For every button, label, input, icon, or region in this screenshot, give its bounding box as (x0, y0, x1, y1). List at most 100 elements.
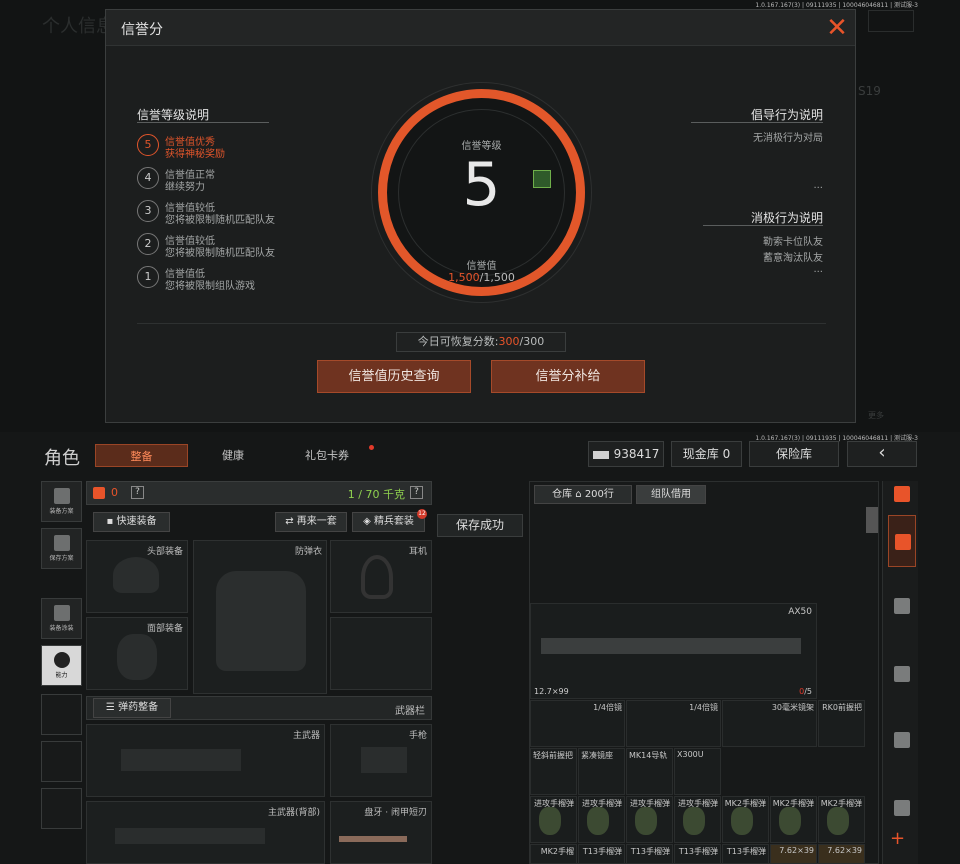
headset-slot[interactable]: 耳机 (330, 540, 432, 613)
pistol-slot[interactable]: 手枪 (330, 724, 432, 797)
level-item-3: 3 信誉值较低 您将被限制随机匹配队友 (137, 198, 337, 228)
grenade-item[interactable]: 进攻手榴弹 (674, 796, 721, 843)
count-max: /5 (804, 687, 812, 696)
level-desc: 获得神秘奖励 (165, 149, 225, 160)
primary-weapon-slot[interactable]: 主武器 (86, 724, 325, 797)
help-button[interactable]: ? (131, 486, 144, 499)
tab-count: 200行 (584, 489, 614, 500)
credit-supplement-button[interactable]: 信誉分补给 (491, 360, 645, 393)
close-button[interactable]: ✕ (819, 10, 855, 46)
grenade-item[interactable]: 进攻手榴弹 (578, 796, 625, 843)
divider (703, 225, 823, 226)
ammo-item[interactable]: 7.62×39 (818, 844, 865, 864)
attachment-item[interactable]: 1/4倍镜 (530, 700, 625, 747)
grenade-item[interactable]: T13手榴弹 (578, 844, 625, 864)
divider (691, 122, 823, 123)
button-label: 快速装备 (116, 516, 157, 527)
divider (137, 122, 269, 123)
elite-set-button[interactable]: ◈ 精兵套装 (352, 512, 425, 532)
tab-equip[interactable]: 整备 (95, 444, 188, 467)
category-attachments[interactable] (888, 580, 916, 632)
bullet-icon (894, 800, 910, 816)
slot-label: 主武器(背部) (267, 808, 320, 818)
attachment-item[interactable]: MK14导轨 (626, 748, 673, 795)
category-ammo[interactable] (888, 782, 916, 834)
help-button[interactable]: ? (410, 486, 423, 499)
button-label: 精兵套装 (373, 516, 414, 527)
credit-score-value: 1,500/1,500 (387, 271, 576, 284)
save-plan-button[interactable]: 保存方案 (41, 528, 82, 569)
attachment-item[interactable]: X300U (674, 748, 721, 795)
grenade-item[interactable]: MK2手榴 (530, 844, 577, 864)
category-magazines[interactable] (888, 714, 916, 766)
armor-slot[interactable]: 防弹衣 (193, 540, 327, 694)
vest-icon (53, 488, 70, 504)
reward-badge-icon[interactable] (533, 170, 551, 188)
grenade-item[interactable]: MK2手榴弹 (818, 796, 865, 843)
daily-recoverable-score: 今日可恢复分数:300/300 (396, 332, 566, 352)
level-desc: 继续努力 (165, 182, 205, 193)
attachment-item[interactable]: 紧凑镜座 (578, 748, 625, 795)
slot-label: 面部装备 (146, 624, 183, 634)
score-current: 1,500 (448, 271, 480, 284)
divider (137, 323, 826, 324)
elite-count-badge: 12 (417, 509, 427, 519)
knife-icon (339, 836, 407, 842)
cash-vault-button[interactable]: 现金库 0 (671, 441, 742, 467)
ammo-item[interactable]: 7.62×39 (770, 844, 817, 864)
money-display: 938417 (588, 441, 664, 467)
negative-behavior-item: 蓄意淘汰队友 (763, 253, 823, 264)
grenade-item[interactable]: 进攻手榴弹 (626, 796, 673, 843)
level-circle: 2 (137, 233, 159, 255)
credit-history-button[interactable]: 信誉值历史查询 (317, 360, 471, 393)
item-count: 0/5 (799, 687, 812, 696)
add-icon[interactable]: + (890, 828, 905, 849)
safe-button[interactable]: 保险库 (749, 441, 839, 467)
negative-behavior-item: 勒索卡位队友 (763, 237, 823, 248)
slot-label: 耳机 (408, 547, 427, 557)
primary-back-slot[interactable]: 主武器(背部) (86, 801, 325, 864)
equipment-skin-button[interactable]: 装备涂装 (41, 598, 82, 639)
pistol-icon (361, 747, 407, 773)
category-all[interactable] (888, 480, 916, 510)
armor-icon (895, 534, 911, 550)
grenade-item[interactable]: MK2手榴弹 (722, 796, 769, 843)
tab-warehouse[interactable]: 仓库 ⌂ 200行 (534, 485, 632, 504)
empty-slot[interactable] (330, 617, 432, 690)
quick-equip-button[interactable]: ▪ 快速装备 (93, 512, 170, 532)
layers-icon (894, 486, 910, 502)
attachment-item[interactable]: 30毫米镜架 (722, 700, 817, 747)
grenade-icon (731, 807, 753, 835)
attachment-item[interactable]: 1/4倍镜 (626, 700, 721, 747)
grenade-item[interactable]: T13手榴弹 (626, 844, 673, 864)
grenade-item[interactable]: T13手榴弹 (722, 844, 769, 864)
item-name: 紧凑镜座 (581, 751, 613, 760)
again-button[interactable]: ⇄ 再来一套 (275, 512, 347, 532)
attachment-item[interactable]: 轻斜前握把 (530, 748, 577, 795)
category-armor[interactable] (888, 515, 916, 567)
back-button[interactable]: ‹ (847, 441, 917, 467)
list-icon: ☰ (105, 702, 119, 713)
scrollbar-thumb[interactable] (866, 507, 878, 533)
credit-score-dialog: 信誉分 ✕ 信誉等级说明 5 信誉值优秀 获得神秘奖励 4 信誉值正常 继续努力… (105, 9, 856, 423)
save-success-toast: 保存成功 (437, 514, 523, 537)
grenade-item[interactable]: 进攻手榴弹 (530, 796, 577, 843)
grenade-item[interactable]: T13手榴弹 (674, 844, 721, 864)
vest-icon (216, 571, 306, 671)
ammo-prep-button[interactable]: ☰ 弹药整备 (93, 698, 171, 718)
category-weapons[interactable] (888, 648, 916, 700)
attachment-item[interactable]: RK0前握把 (818, 700, 865, 747)
melee-slot[interactable]: 盘牙 · 闹甲短刃 (330, 801, 432, 864)
loadout-plan-button[interactable]: 装备方案 (41, 481, 82, 522)
grenade-item[interactable]: MK2手榴弹 (770, 796, 817, 843)
shield-icon: ◈ (363, 516, 374, 527)
level-circle: 3 (137, 200, 159, 222)
tab-health[interactable]: 健康 (196, 444, 270, 467)
tab-gift-cards[interactable]: 礼包卡券 (290, 444, 364, 467)
tab-team-borrow[interactable]: 组队借用 (636, 485, 706, 504)
weapon-item-ax50[interactable]: AX50 12.7×99 0/5 (530, 603, 817, 699)
rifle-icon (115, 828, 265, 844)
helmet-slot[interactable]: 头部装备 (86, 540, 188, 613)
ability-button[interactable]: 能力 (41, 645, 82, 686)
face-slot[interactable]: 面部装备 (86, 617, 188, 690)
